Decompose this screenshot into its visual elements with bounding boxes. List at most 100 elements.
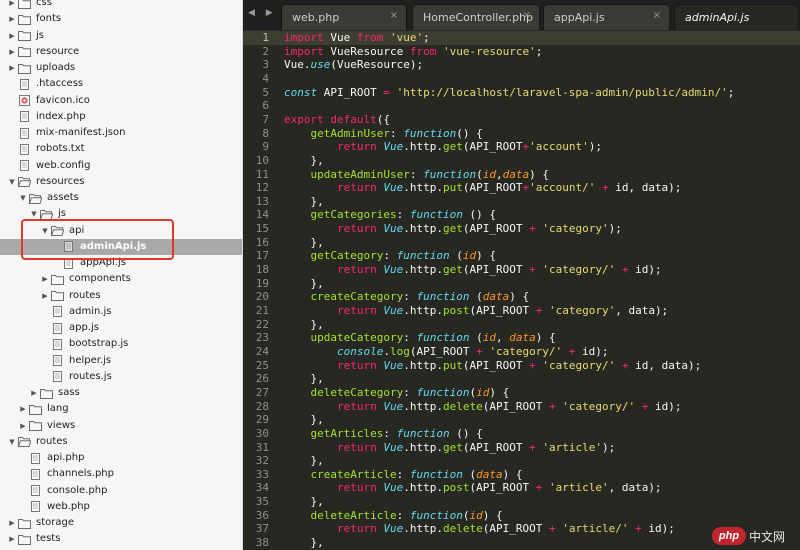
tree-folder-row[interactable]: ▶ views [0, 418, 242, 434]
disclosure-expanded-icon[interactable]: ▼ [7, 438, 17, 446]
tree-file-row[interactable]: admin.js [0, 304, 242, 320]
code-token: .http. [403, 140, 443, 154]
tree-file-row[interactable]: app.js [0, 320, 242, 336]
tree-folder-row[interactable]: ▼ resources [0, 174, 242, 190]
tree-file-row[interactable]: helper.js [0, 353, 242, 369]
tree-item-label: index.php [36, 110, 86, 122]
tree-folder-row[interactable]: ▼ api [0, 223, 242, 239]
tree-folder-row[interactable]: ▶ resource [0, 44, 242, 60]
code-token: : [403, 290, 417, 304]
tree-folder-row[interactable]: ▶ fonts [0, 11, 242, 27]
code-token: Vue [383, 181, 404, 195]
tree-folder-row[interactable]: ▶ js [0, 28, 242, 44]
tree-folder-row[interactable]: ▶ lang [0, 401, 242, 417]
folder-icon [18, 534, 31, 545]
code-token: ; [423, 31, 430, 44]
code-text: updateAdminUser: function(id,data) { [284, 168, 549, 182]
code-token: put [442, 358, 463, 372]
disclosure-expanded-icon[interactable]: ▼ [18, 194, 28, 202]
tree-file-row[interactable]: web.config [0, 158, 242, 174]
code-token: (API_ROOT [409, 344, 477, 358]
disclosure-expanded-icon[interactable]: ▼ [7, 178, 17, 186]
tree-file-row[interactable]: channels.php [0, 466, 242, 482]
line-number: 26 [255, 372, 269, 386]
disclosure-collapsed-icon[interactable]: ▶ [7, 64, 17, 72]
tree-folder-row[interactable]: ▶ css [0, 0, 242, 11]
code-editor[interactable]: 1 import Vue from 'vue'; 2 import VueResour… [243, 30, 800, 550]
tree-item-label: console.php [47, 484, 108, 496]
disclosure-expanded-icon[interactable]: ▼ [40, 227, 50, 235]
tree-folder-row[interactable]: ▶ sass [0, 385, 242, 401]
line-number: 1 [262, 31, 269, 44]
code-token: function [423, 167, 477, 181]
tree-file-row[interactable]: index.php [0, 109, 242, 125]
editor-tab[interactable]: web.php × [281, 4, 407, 30]
tree-folder-row[interactable]: ▶ tests [0, 531, 242, 547]
code-token: return [336, 358, 377, 372]
disclosure-collapsed-icon[interactable]: ▶ [18, 422, 28, 430]
code-line: 8 getAdminUser: function() { [243, 127, 800, 141]
disclosure-collapsed-icon[interactable]: ▶ [40, 292, 50, 300]
tree-folder-row[interactable]: ▶ storage [0, 515, 242, 531]
code-token: (API_ROOT [482, 399, 549, 413]
file-icon [29, 485, 42, 496]
tree-folder-row[interactable]: ▶ uploads [0, 60, 242, 76]
disclosure-collapsed-icon[interactable]: ▶ [7, 48, 17, 56]
code-token: function [396, 249, 450, 263]
code-token: ) { [476, 249, 496, 263]
tree-folder-row[interactable]: ▼ assets [0, 190, 242, 206]
tree-folder-row[interactable]: ▶ components [0, 271, 242, 287]
disclosure-collapsed-icon[interactable]: ▶ [40, 275, 50, 283]
tree-file-row[interactable]: adminApi.js [0, 238, 242, 255]
disclosure-expanded-icon[interactable]: ▼ [29, 210, 39, 218]
code-text: createArticle: function (data) { [284, 468, 523, 482]
disclosure-collapsed-icon[interactable]: ▶ [7, 535, 17, 543]
code-token: Vue. [284, 58, 311, 72]
tree-file-row[interactable]: mix-manifest.json [0, 125, 242, 141]
tree-item-label: mix-manifest.json [36, 127, 126, 138]
disclosure-collapsed-icon[interactable]: ▶ [7, 0, 17, 7]
disclosure-collapsed-icon[interactable]: ▶ [18, 405, 28, 413]
code-token: + [529, 222, 536, 236]
code-line: 3 Vue.use(VueResource); [243, 58, 800, 72]
code-token: id); [628, 263, 662, 277]
editor-tab[interactable]: appApi.js × [543, 4, 670, 30]
tree-file-row[interactable]: routes.js [0, 369, 242, 385]
code-token: : [383, 249, 397, 263]
code-token: Vue [383, 304, 404, 317]
tab-close-icon[interactable]: × [523, 10, 531, 21]
file-icon [51, 322, 64, 334]
tree-folder-row[interactable]: ▶ routes [0, 288, 242, 304]
disclosure-collapsed-icon[interactable]: ▶ [7, 32, 17, 40]
code-line: 10 }, [243, 154, 800, 168]
code-token: id); [648, 399, 682, 413]
tab-nav-arrows[interactable]: ◀ ▶ [248, 8, 277, 18]
editor-tab[interactable]: HomeController.php × [412, 4, 540, 30]
tree-file-row[interactable]: api.php [0, 450, 242, 466]
tree-file-row[interactable]: web.php [0, 499, 242, 515]
code-token: id [476, 385, 490, 399]
tree-folder-row[interactable]: ▼ js [0, 206, 242, 222]
disclosure-collapsed-icon[interactable]: ▶ [29, 389, 39, 397]
tree-file-row[interactable]: appApi.js [0, 255, 242, 271]
editor-tab[interactable]: adminApi.js [674, 4, 799, 30]
code-token: ( [469, 331, 483, 345]
code-token: () { [449, 426, 483, 440]
disclosure-collapsed-icon[interactable]: ▶ [7, 15, 17, 23]
tree-file-row[interactable]: robots.txt [0, 141, 242, 157]
tree-folder-row[interactable]: ▼ routes [0, 434, 242, 450]
tree-file-row[interactable]: .htaccess [0, 76, 242, 92]
tree-file-row[interactable]: console.php [0, 483, 242, 499]
tree-file-row[interactable]: bootstrap.js [0, 336, 242, 352]
code-token: id, data); [628, 358, 702, 372]
code-token: Vue [383, 481, 404, 495]
tree-file-row[interactable]: favicon.ico [0, 93, 242, 109]
tab-close-icon[interactable]: × [653, 10, 661, 21]
tab-close-icon[interactable]: × [390, 10, 398, 21]
disclosure-collapsed-icon[interactable]: ▶ [7, 519, 17, 527]
